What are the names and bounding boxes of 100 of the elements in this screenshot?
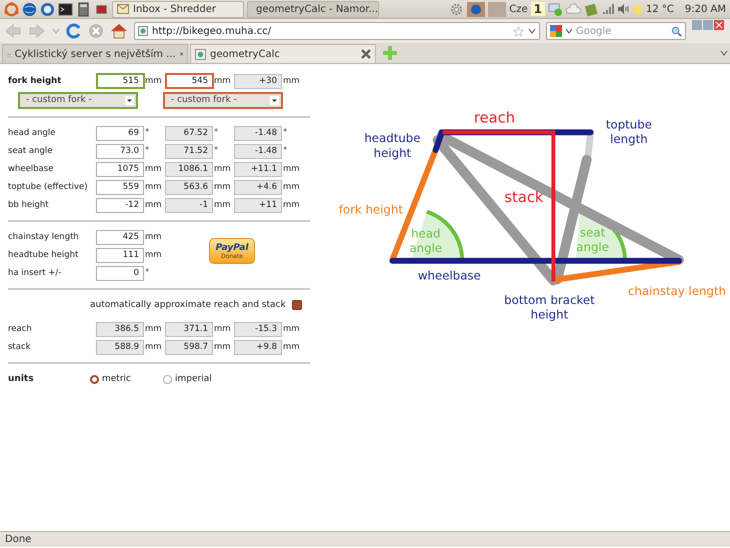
unit-label: mm [144, 324, 163, 334]
close-icon[interactable] [361, 49, 371, 59]
input-field[interactable]: 111 [96, 248, 144, 262]
checkbox-label: automatically approximate reach and stack [90, 300, 286, 310]
home-icon[interactable] [110, 23, 128, 39]
diagram-label: wheelbase [418, 268, 481, 282]
unit-label: mm [144, 182, 163, 192]
input-field[interactable]: 1075 [96, 162, 144, 176]
signal-icon[interactable] [602, 3, 614, 15]
unit-label: ° [213, 128, 220, 138]
radio-button[interactable] [163, 374, 172, 384]
diagram-label: seat angle [576, 225, 609, 254]
clock-text[interactable]: 9:20 AM [684, 4, 726, 14]
ubuntu-logo-icon[interactable] [4, 2, 19, 16]
gear-icon[interactable] [449, 2, 464, 16]
result-field: 71.52 [165, 144, 213, 158]
globe-icon[interactable] [22, 2, 37, 16]
page-icon [195, 48, 206, 60]
fork-select[interactable]: - custom fork - [18, 92, 138, 108]
status-text: Done [5, 534, 32, 545]
unit-label: ° [144, 268, 150, 278]
field-label: bb height [8, 200, 50, 210]
diagram-label: reach [474, 109, 516, 126]
unit-label: mm [282, 342, 300, 352]
taskbar-button[interactable]: geometryCalc - Namor... [247, 0, 379, 18]
input-field[interactable]: 73.0 [96, 144, 144, 158]
unit-label: mm [144, 342, 163, 352]
radio-label[interactable]: imperial [175, 374, 212, 384]
input-field[interactable]: 69 [96, 126, 144, 140]
temperature-text[interactable]: 12 °C [646, 4, 674, 14]
unit-label: mm [144, 232, 163, 242]
dropdown-icon[interactable] [720, 49, 728, 57]
keyboard-layout[interactable]: Cze [509, 4, 528, 14]
unit-label: mm [282, 182, 300, 192]
unit-label: mm [144, 164, 163, 174]
result-field: 588.9 [96, 340, 144, 354]
result-field: 598.7 [165, 340, 213, 354]
result-field: 563.6 [165, 180, 213, 194]
field-label: fork height [8, 76, 62, 86]
input-field[interactable]: 559 [96, 180, 144, 194]
input-field[interactable]: 515 [96, 73, 145, 89]
radio-button[interactable] [90, 374, 99, 384]
globe-icon[interactable] [467, 2, 486, 16]
page-icon [138, 26, 148, 36]
radio-label[interactable]: metric [102, 374, 131, 384]
dropdown-icon[interactable] [270, 96, 279, 104]
result-field: 371.1 [165, 322, 213, 336]
fork-select[interactable]: - custom fork - [163, 92, 283, 108]
input-field[interactable]: 545 [165, 73, 214, 89]
field-label: ha insert +/- [8, 268, 62, 278]
result-field: -15.3 [234, 322, 282, 336]
result-field: +11.1 [234, 162, 282, 176]
taskbar-button[interactable]: Inbox - Shredder [112, 0, 244, 18]
dropdown-icon[interactable] [565, 27, 573, 35]
diagram-label: bottom bracket height [504, 293, 595, 322]
window-controls-icon[interactable] [692, 20, 724, 30]
diagram-label: head angle [409, 226, 442, 255]
star-icon[interactable] [513, 26, 524, 36]
unit-label: mm [213, 200, 232, 210]
diagram-label: chainstay length [628, 284, 726, 298]
dropdown-icon[interactable] [125, 96, 134, 104]
result-field: -1.48 [234, 144, 282, 158]
unit-label: mm [144, 200, 163, 210]
calculator-icon[interactable] [76, 2, 91, 16]
result-field: -1.48 [234, 126, 282, 140]
field-label: wheelbase [8, 164, 54, 174]
speaker-icon[interactable] [617, 3, 629, 15]
address-bar[interactable]: http://bikegeo.muha.cc/ [134, 22, 540, 40]
terminal-icon[interactable] [58, 2, 73, 16]
diagram-label: toptube length [606, 117, 652, 146]
workspace-tile[interactable] [488, 2, 506, 16]
result-field: -1 [165, 198, 213, 212]
search-icon[interactable] [671, 26, 682, 36]
field-label: stack [8, 342, 32, 352]
checkbox[interactable] [292, 300, 302, 310]
reload-icon[interactable] [66, 23, 82, 39]
field-label: headtube height [8, 250, 80, 260]
browser-tab[interactable]: Cyklistický server s největším ... [2, 44, 188, 63]
field-label: toptube (effective) [8, 182, 89, 192]
unit-label: mm [213, 182, 232, 192]
input-field[interactable]: 425 [96, 230, 144, 244]
sun-icon [632, 4, 643, 14]
dropdown-icon[interactable] [528, 27, 536, 35]
unit-label: ° [144, 128, 150, 138]
input-field[interactable]: -12 [96, 198, 144, 212]
unit-label: ° [282, 128, 288, 138]
browser-tab[interactable]: geometryCalc [190, 44, 376, 63]
cloud-icon[interactable] [566, 2, 581, 16]
result-field: +11 [234, 198, 282, 212]
unit-label: mm [213, 324, 232, 334]
input-field[interactable]: 0 [96, 266, 144, 280]
field-label: chainstay length [8, 232, 80, 242]
unit-label: mm [282, 164, 300, 174]
unit-label: ° [144, 146, 150, 156]
result-field: 67.52 [165, 126, 213, 140]
envelope-icon [117, 4, 129, 14]
unit-label: mm [213, 76, 232, 86]
workspace-indicator[interactable]: 1 [530, 2, 545, 16]
field-label: head angle [8, 128, 57, 138]
diagram-label: headtube height [364, 131, 420, 160]
